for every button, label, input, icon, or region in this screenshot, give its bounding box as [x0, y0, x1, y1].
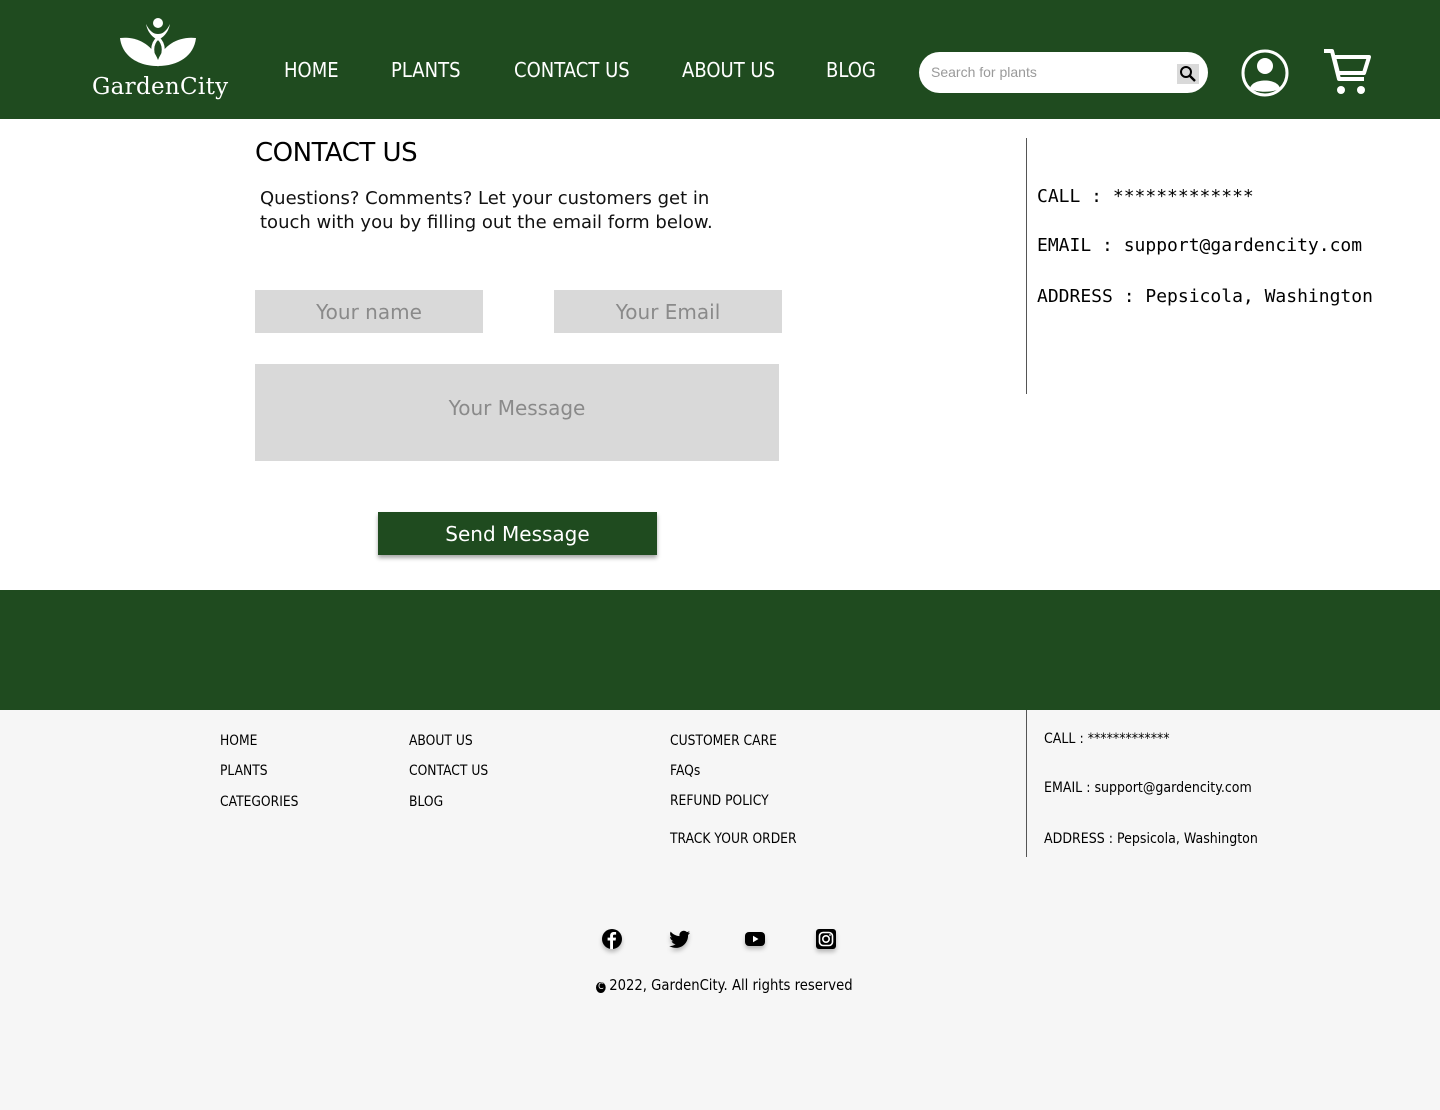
leaf-figure-logo-icon — [120, 18, 196, 67]
footer-link-plants[interactable]: PLANTS — [220, 763, 268, 779]
contact-info-divider — [1026, 138, 1027, 394]
green-banner — [0, 590, 1440, 710]
footer-link-contact-us[interactable]: CONTACT US — [409, 763, 488, 779]
contact-email: EMAIL : support@gardencity.com — [1037, 235, 1363, 256]
footer-address: ADDRESS : Pepsicola, Washington — [1044, 831, 1258, 847]
brand-logo[interactable]: GardenCity — [92, 16, 229, 106]
intro-line-1: Questions? Comments? Let your customers … — [260, 188, 710, 209]
search-bar — [919, 52, 1208, 93]
copyright-text: C 2022, GardenCity. All rights reserved — [596, 976, 853, 994]
user-icon[interactable] — [1241, 49, 1289, 97]
intro-line-2: touch with you by filling out the email … — [260, 212, 713, 233]
footer-link-about-us[interactable]: ABOUT US — [409, 733, 473, 749]
facebook-icon — [602, 929, 622, 949]
instagram-link[interactable] — [815, 928, 837, 950]
youtube-icon — [745, 932, 765, 946]
footer-call: CALL : ************* — [1044, 731, 1170, 747]
copyright-label: 2022, GardenCity. All rights reserved — [609, 976, 853, 994]
nav-blog[interactable]: BLOG — [826, 58, 876, 86]
footer-link-blog[interactable]: BLOG — [409, 794, 443, 810]
site-header: GardenCity HOME PLANTS CONTACT US ABOUT … — [0, 0, 1440, 119]
footer-link-track-order[interactable]: TRACK YOUR ORDER — [670, 831, 797, 847]
search-button[interactable] — [1177, 64, 1199, 84]
site-footer: HOME PLANTS CATEGORIES ABOUT US CONTACT … — [0, 710, 1440, 1110]
footer-info-divider — [1026, 710, 1027, 857]
email-field[interactable] — [554, 290, 782, 333]
youtube-link[interactable] — [744, 928, 766, 950]
page-title: CONTACT US — [255, 138, 418, 168]
footer-link-customer-care[interactable]: CUSTOMER CARE — [670, 733, 777, 749]
footer-link-home[interactable]: HOME — [220, 733, 257, 749]
search-icon — [1180, 66, 1196, 82]
nav-contact-us[interactable]: CONTACT US — [514, 58, 630, 86]
message-field[interactable] — [255, 364, 779, 461]
nav-home[interactable]: HOME — [284, 58, 339, 86]
search-input[interactable] — [931, 61, 1171, 83]
contact-call: CALL : ************* — [1037, 186, 1254, 207]
copyright-icon: C — [596, 982, 606, 993]
cart-icon[interactable] — [1322, 47, 1372, 97]
send-message-button[interactable]: Send Message — [378, 512, 657, 555]
name-field[interactable] — [255, 290, 483, 333]
footer-email: EMAIL : support@gardencity.com — [1044, 780, 1252, 796]
twitter-link[interactable] — [669, 928, 691, 950]
contact-address: ADDRESS : Pepsicola, Washington — [1037, 286, 1373, 307]
nav-plants[interactable]: PLANTS — [391, 58, 460, 86]
nav-about-us[interactable]: ABOUT US — [682, 58, 775, 86]
contact-intro: Questions? Comments? Let your customers … — [260, 187, 730, 235]
footer-link-faqs[interactable]: FAQs — [670, 763, 700, 779]
twitter-icon — [669, 930, 691, 948]
facebook-link[interactable] — [601, 928, 623, 950]
footer-link-categories[interactable]: CATEGORIES — [220, 794, 298, 810]
footer-link-refund-policy[interactable]: REFUND POLICY — [670, 793, 769, 809]
instagram-icon — [816, 929, 836, 949]
brand-name: GardenCity — [92, 74, 229, 100]
